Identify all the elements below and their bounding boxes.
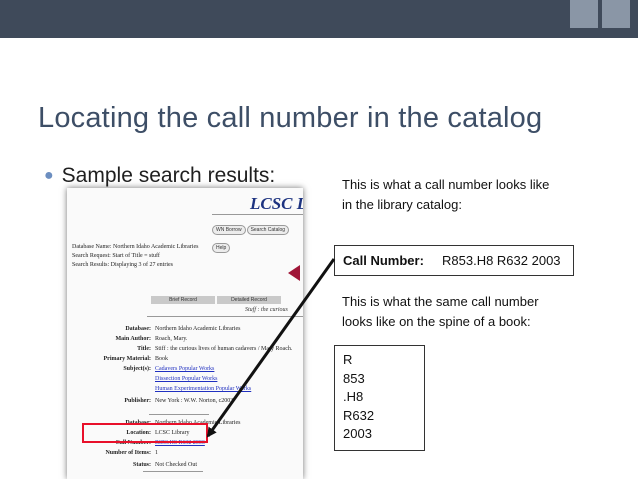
pointer-arrow-line	[206, 258, 336, 438]
pointer-arrow	[206, 258, 336, 438]
